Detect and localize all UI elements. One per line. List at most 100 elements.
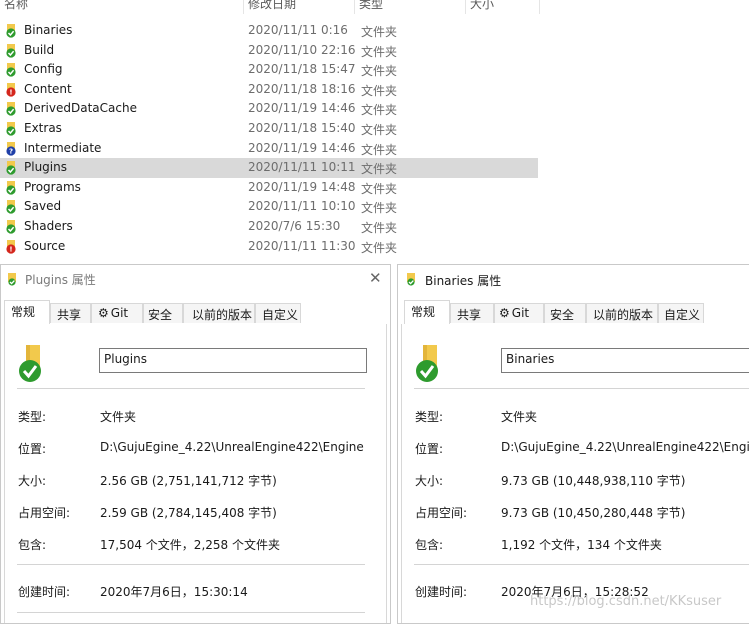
git-ok-overlay-icon [6, 43, 16, 58]
contains-value: 17,504 个文件，2,258 个文件夹 [100, 538, 280, 552]
tab-git[interactable]: ⚙ Git [494, 303, 544, 323]
file-name: Extras [24, 120, 62, 135]
file-name: Saved [24, 199, 62, 214]
tab-security[interactable]: 安全 [143, 303, 183, 323]
svg-text:!: ! [9, 88, 12, 96]
column-modified[interactable]: 修改日期 [244, 0, 355, 14]
file-modified: 2020/11/19 14:48 [248, 179, 356, 194]
tab-general[interactable]: 常规 [4, 300, 50, 324]
file-row[interactable]: Shaders 2020/7/6 15:30 文件夹 [0, 217, 538, 237]
location-label: 位置: [415, 442, 444, 456]
file-row[interactable]: Config 2020/11/18 15:47 文件夹 [0, 60, 538, 80]
file-row[interactable]: Extras 2020/11/18 15:40 文件夹 [0, 119, 538, 139]
folder-git-ok-icon [19, 345, 41, 382]
file-type: 文件夹 [361, 181, 398, 196]
file-name: Plugins [24, 160, 67, 175]
file-row[interactable]: Build 2020/11/10 22:16 文件夹 [0, 41, 538, 61]
tab-git-label: Git [110, 306, 129, 320]
size-value: 2.56 GB (2,751,141,712 字节) [100, 474, 277, 488]
file-row[interactable]: Plugins 2020/11/11 10:11 文件夹 [0, 158, 538, 178]
file-type: 文件夹 [361, 83, 398, 98]
folder-name-field[interactable]: Binaries [501, 348, 749, 373]
file-modified: 2020/11/18 15:40 [248, 120, 356, 135]
divider [414, 388, 749, 389]
file-explorer-list: 名称 修改日期 类型 大小 Binaries 2020/11/11 0:16 文件夹… [0, 0, 749, 262]
size-label: 大小: [18, 474, 47, 488]
size-on-disk-value: 2.59 GB (2,784,145,408 字节) [100, 506, 277, 520]
tab-git[interactable]: ⚙ Git [91, 303, 143, 323]
location-label: 位置: [18, 442, 47, 456]
gear-icon: ⚙ [98, 306, 109, 320]
git-ok-overlay-icon [6, 200, 16, 214]
file-name: Shaders [24, 218, 73, 233]
file-type: 文件夹 [361, 162, 398, 177]
contains-label: 包含: [415, 538, 444, 552]
tab-customize[interactable]: 自定义 [658, 303, 704, 323]
folder-git-ok-icon [416, 345, 438, 382]
tab-sharing[interactable]: 共享 [450, 303, 494, 323]
file-modified: 2020/11/10 22:16 [248, 42, 356, 57]
tab-customize[interactable]: 自定义 [255, 303, 301, 323]
file-name: DerivedDataCache [24, 101, 137, 116]
size-value: 9.73 GB (10,448,938,110 字节) [501, 474, 686, 488]
file-type: 文件夹 [361, 64, 398, 79]
git-modified-overlay-icon: ! [6, 82, 16, 97]
file-type: 文件夹 [361, 142, 398, 157]
column-name[interactable]: 名称 [0, 0, 244, 14]
file-row[interactable]: ! Source 2020/11/11 11:30 文件夹 [0, 237, 538, 257]
size-on-disk-label: 占用空间: [18, 506, 71, 520]
tab-previous-versions[interactable]: 以前的版本 [183, 303, 255, 323]
tab-general[interactable]: 常规 [404, 300, 450, 324]
tab-security[interactable]: 安全 [544, 303, 586, 323]
file-type: 文件夹 [361, 25, 398, 39]
folder-name-field[interactable]: Plugins [99, 348, 367, 373]
divider [414, 564, 749, 565]
binaries-properties-dialog: Binaries 属性 常规 共享 ⚙ Git 安全 以前的版本 自定义 Bina… [397, 264, 749, 624]
divider [17, 612, 365, 613]
file-type: 文件夹 [361, 122, 398, 137]
git-ok-overlay-icon [6, 161, 16, 175]
tab-git-label: Git [511, 306, 530, 320]
file-type: 文件夹 [361, 240, 398, 255]
created-label: 创建时间: [415, 585, 468, 599]
size-on-disk-value: 9.73 GB (10,450,280,448 字节) [501, 506, 686, 520]
file-name: Content [24, 81, 72, 96]
general-panel: Plugins 类型: 文件夹 位置: D:\GujuEgine_4.22\Un… [4, 324, 387, 623]
tab-sharing[interactable]: 共享 [50, 303, 91, 323]
file-modified: 2020/11/11 10:10 [248, 199, 356, 214]
git-ok-overlay-icon [6, 121, 16, 136]
file-row[interactable]: ! Content 2020/11/18 18:16 文件夹 [0, 80, 538, 100]
close-icon[interactable]: ✕ [369, 269, 382, 287]
file-row[interactable]: Saved 2020/11/11 10:10 文件夹 [0, 197, 538, 217]
file-modified: 2020/11/18 18:16 [248, 81, 356, 96]
created-label: 创建时间: [18, 585, 71, 599]
contains-value: 1,192 个文件，134 个文件夹 [501, 538, 662, 552]
git-modified-overlay-icon: ! [6, 239, 16, 254]
type-label: 类型: [415, 410, 444, 424]
size-label: 大小: [415, 474, 444, 488]
file-row[interactable]: Programs 2020/11/19 14:48 文件夹 [0, 178, 538, 198]
file-name: Config [24, 62, 63, 77]
file-row[interactable]: DerivedDataCache 2020/11/19 14:46 文件夹 [0, 99, 538, 119]
git-ok-overlay-icon [6, 180, 16, 195]
file-name: Build [24, 42, 55, 57]
size-on-disk-label: 占用空间: [415, 506, 468, 520]
file-name: Source [24, 238, 66, 253]
type-value: 文件夹 [501, 410, 538, 424]
column-type[interactable]: 类型 [355, 0, 466, 14]
file-row[interactable]: ? Intermediate 2020/11/19 14:46 文件夹 [0, 139, 538, 159]
column-size[interactable]: 大小 [466, 0, 540, 14]
tab-previous-versions[interactable]: 以前的版本 [586, 303, 658, 323]
file-name: Intermediate [24, 140, 102, 155]
file-modified: 2020/11/11 11:30 [248, 238, 356, 253]
git-ok-overlay-icon [6, 24, 16, 38]
file-row[interactable]: Binaries 2020/11/11 0:16 文件夹 [0, 21, 538, 41]
svg-text:!: ! [9, 245, 12, 253]
git-ok-overlay-icon [6, 63, 16, 77]
gear-icon: ⚙ [499, 306, 510, 320]
dialog-title: Plugins 属性 [25, 273, 96, 287]
file-type: 文件夹 [361, 201, 398, 216]
file-modified: 2020/11/19 14:46 [248, 101, 356, 116]
location-value: D:\GujuEgine_4.22\UnrealEngine422\Engine [100, 440, 364, 454]
general-panel: Binaries 类型: 文件夹 位置: D:\GujuEgine_4.22\U… [401, 324, 749, 623]
